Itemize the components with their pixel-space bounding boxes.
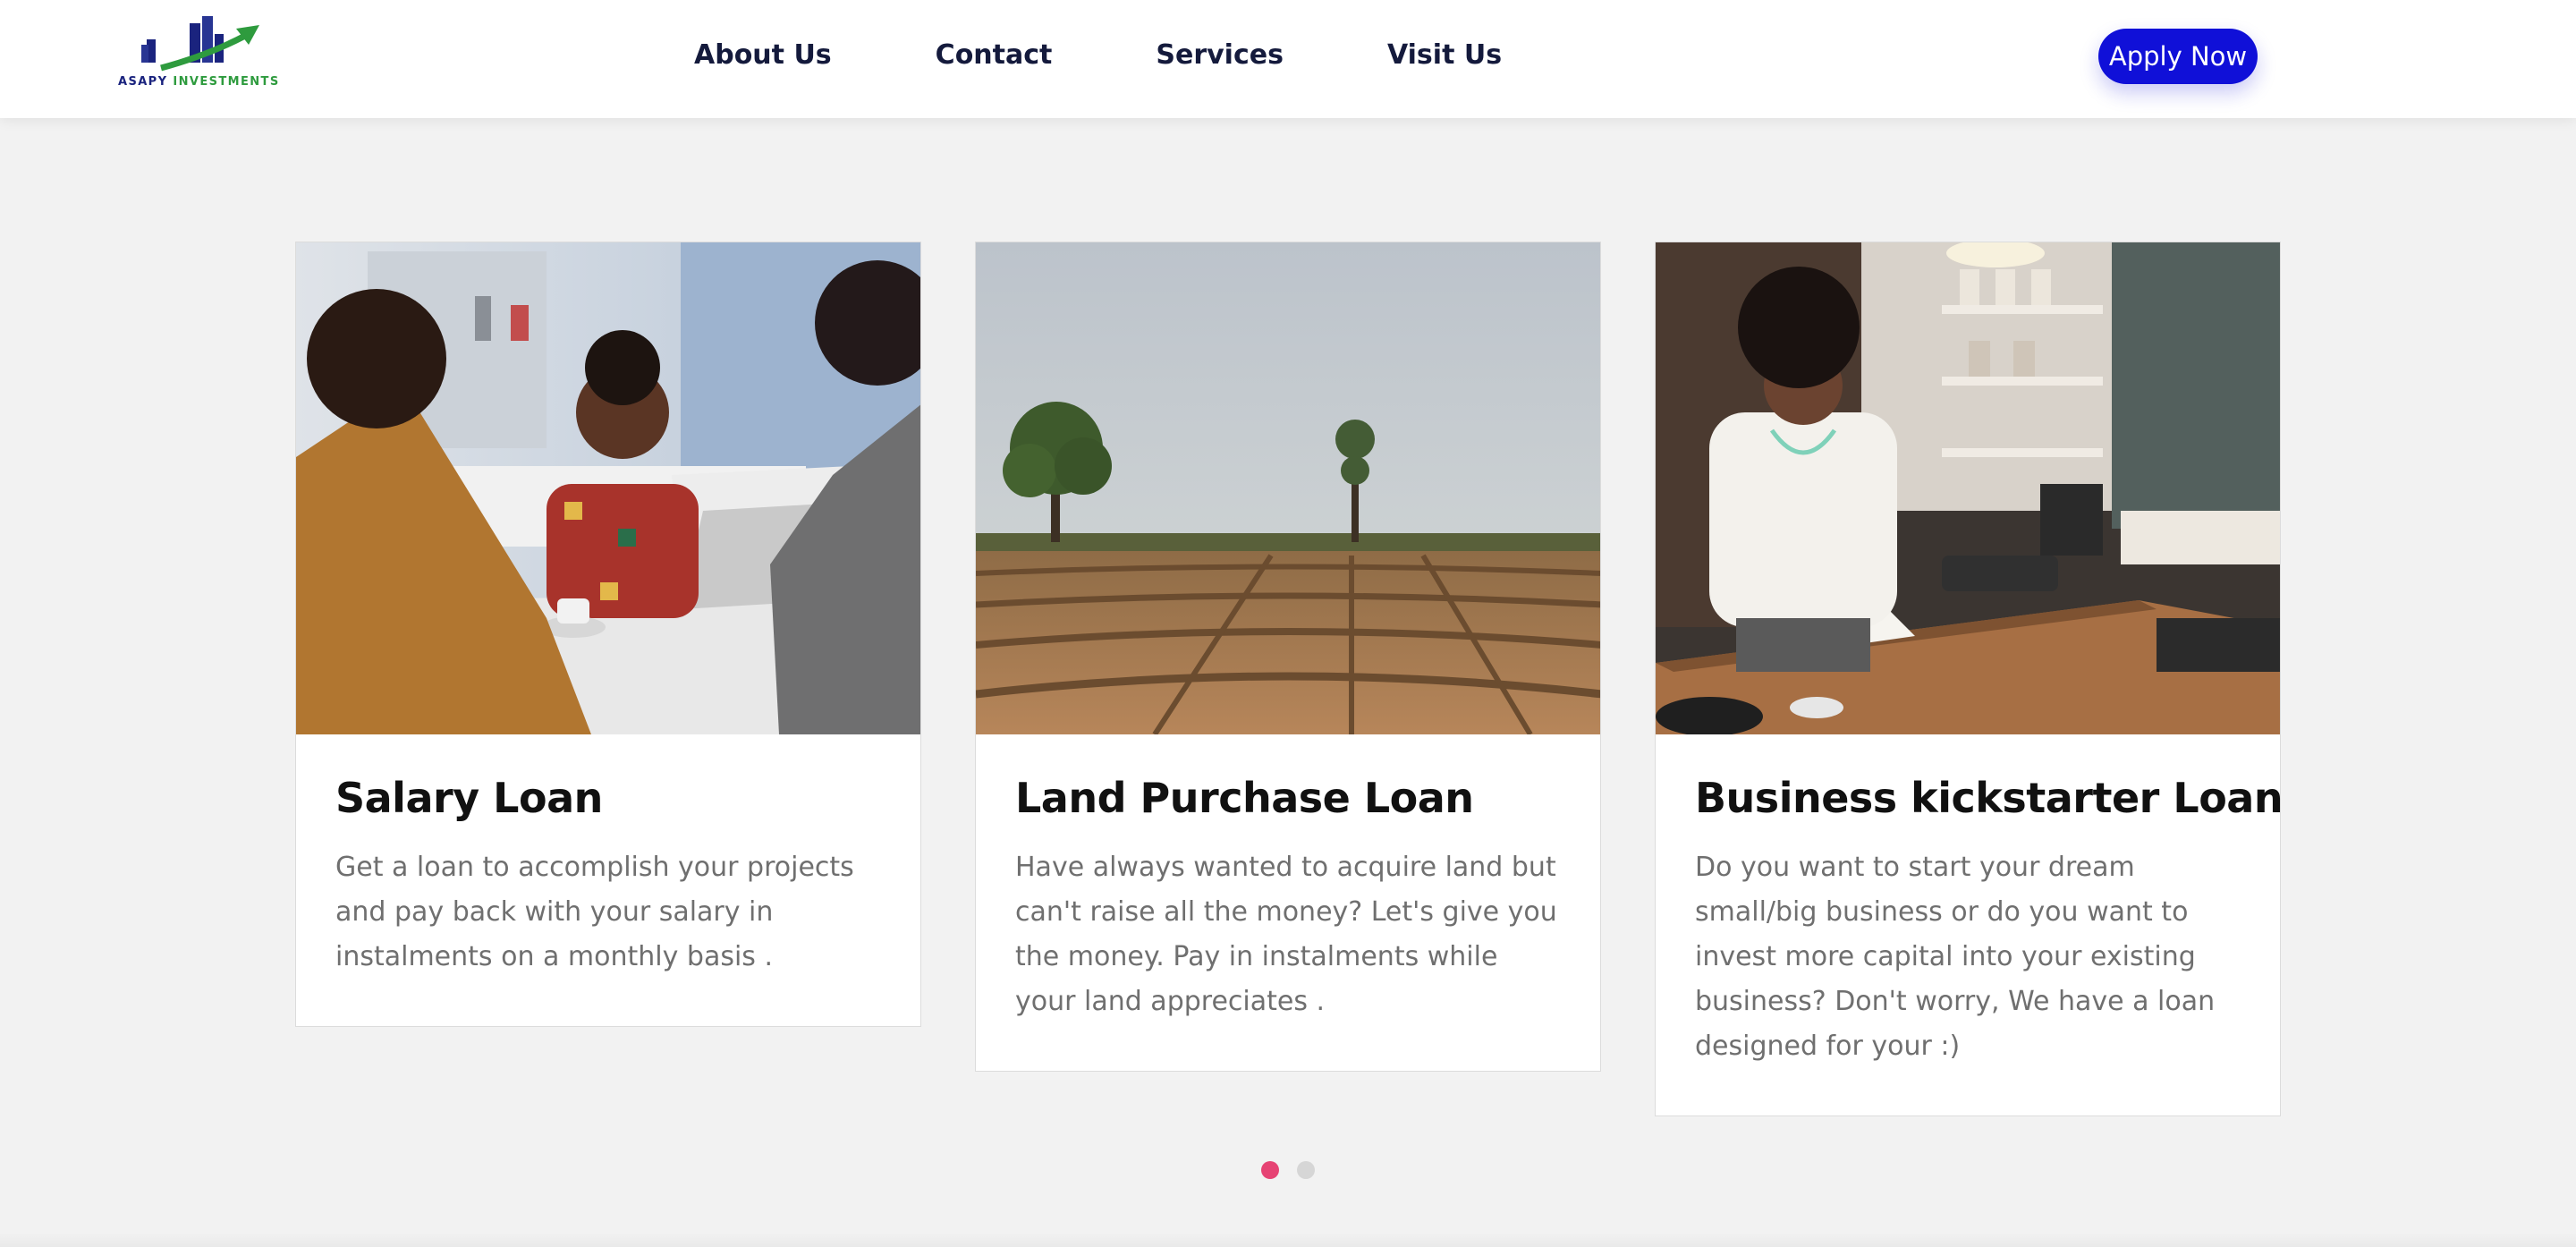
apply-now-button[interactable]: Apply Now [2098,29,2258,84]
nav-services[interactable]: Services [1156,39,1284,71]
section-divider [0,1233,2576,1247]
carousel-dot-1[interactable] [1261,1161,1279,1179]
card-body: Land Purchase Loan Have always wanted to… [976,734,1600,1071]
loan-card-land-purchase[interactable]: Land Purchase Loan Have always wanted to… [975,242,1601,1072]
logo-buildings-icon [141,16,259,72]
nav-about-us[interactable]: About Us [694,39,832,71]
loan-card-business-kickstarter[interactable]: Business kickstarter Loan Do you want to… [1655,242,2284,1116]
farmland-photo [976,242,1600,734]
card-title: Land Purchase Loan [1015,774,1474,822]
loan-card-salary[interactable]: Salary Loan Get a loan to accomplish you… [295,242,921,1027]
card-body: Salary Loan Get a loan to accomplish you… [296,734,920,1026]
carousel-dot-2[interactable] [1297,1161,1315,1179]
card-title: Business kickstarter Loan [1695,774,2284,822]
brand-logo[interactable]: ASAPY INVESTMENTS [118,14,280,91]
nav-contact[interactable]: Contact [936,39,1053,71]
carousel-pagination [1261,1161,1315,1179]
card-description: Have always wanted to acquire land but c… [1015,852,1557,1017]
main-nav: About Us Contact Services Visit Us [694,39,1502,71]
card-description: Get a loan to accomplish your projects a… [335,852,854,972]
card-description: Do you want to start your dream small/bi… [1695,852,2216,1062]
logo-wordmark: ASAPY INVESTMENTS [118,75,280,89]
site-header: ASAPY INVESTMENTS About Us Contact Servi… [0,0,2576,118]
nav-visit-us[interactable]: Visit Us [1387,39,1502,71]
card-title: Salary Loan [335,774,603,822]
card-body: Business kickstarter Loan Do you want to… [1656,734,2284,1116]
office-meeting-photo [296,242,920,734]
shop-owner-photo [1656,242,2280,734]
